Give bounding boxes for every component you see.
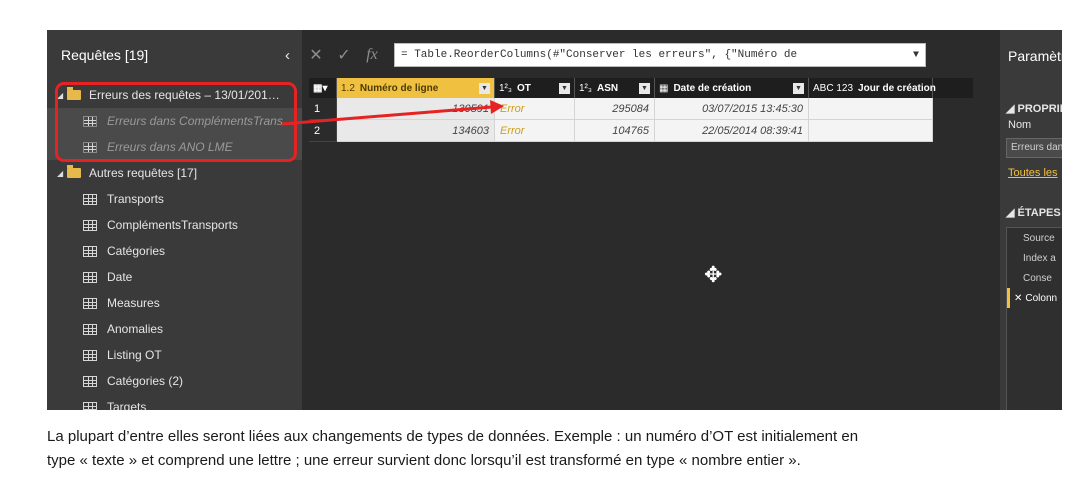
formula-input[interactable]: = Table.ReorderColumns(#"Conserver les e… bbox=[394, 43, 926, 67]
column-name: OT bbox=[516, 82, 531, 94]
cell-jour[interactable] bbox=[809, 120, 933, 142]
caption-line-1: La plupart d’entre elles seront liées au… bbox=[47, 428, 859, 445]
annotation-highlight-box bbox=[55, 82, 297, 162]
query-item[interactable]: Targets bbox=[47, 394, 302, 410]
query-item[interactable]: Measures bbox=[47, 290, 302, 316]
type-icon[interactable]: 1²₃ bbox=[579, 83, 592, 94]
query-item-label: Catégories bbox=[107, 244, 166, 258]
query-item-label: Anomalies bbox=[107, 322, 164, 336]
queries-pane: Requêtes [19] ‹ ◢ Erreurs des requêtes –… bbox=[47, 30, 302, 410]
cell-jour[interactable] bbox=[809, 98, 933, 120]
query-item[interactable]: Catégories (2) bbox=[47, 368, 302, 394]
cell-numero[interactable]: 130591 bbox=[337, 98, 495, 120]
delete-step-icon[interactable]: ✕ bbox=[1014, 293, 1022, 304]
query-item-label: Targets bbox=[107, 400, 147, 410]
query-group-label: Autres requêtes [17] bbox=[89, 166, 198, 180]
confirm-icon[interactable]: ✓ bbox=[330, 45, 358, 65]
queries-title: Requêtes [19] bbox=[61, 47, 149, 63]
name-label: Nom bbox=[1008, 119, 1032, 131]
column-header[interactable]: 1²₃ OT ▼ bbox=[495, 78, 575, 98]
collapse-pane-icon[interactable]: ‹ bbox=[285, 47, 290, 64]
data-grid: ▦▾ 1.2 Numéro de ligne ▼ 1²₃ OT ▼ 1²₃ AS… bbox=[309, 78, 973, 142]
query-item-label: ComplémentsTransports bbox=[107, 218, 238, 232]
name-input[interactable]: Erreurs dans bbox=[1006, 138, 1062, 158]
table-icon bbox=[83, 401, 97, 410]
step-item[interactable]: Index a bbox=[1007, 248, 1062, 268]
chevron-down-icon[interactable]: ▼ bbox=[913, 50, 919, 61]
table-icon bbox=[83, 245, 97, 257]
settings-title: Paramètres bbox=[1008, 48, 1062, 64]
table-row[interactable]: 2 134603 Error 104765 22/05/2014 08:39:4… bbox=[309, 120, 973, 142]
query-item-label: Catégories (2) bbox=[107, 374, 184, 388]
move-cursor-icon: ✥ bbox=[704, 262, 723, 287]
filter-dropdown-icon[interactable]: ▼ bbox=[559, 82, 570, 94]
cell-date[interactable]: 22/05/2014 08:39:41 bbox=[655, 120, 809, 142]
table-icon bbox=[83, 193, 97, 205]
query-item-label: Date bbox=[107, 270, 133, 284]
folder-icon bbox=[67, 165, 81, 178]
column-header[interactable]: ABC 123 Jour de création bbox=[809, 78, 936, 98]
cell-ot-error[interactable]: Error bbox=[495, 120, 575, 142]
queries-header: Requêtes [19] ‹ bbox=[47, 30, 302, 80]
applied-steps-list: Source Index a Conse ✕ Colonn bbox=[1006, 227, 1062, 410]
caption-line-2: type « texte » et comprend une lettre ; … bbox=[47, 452, 801, 469]
column-header[interactable]: 1.2 Numéro de ligne ▼ bbox=[337, 78, 495, 98]
cell-asn[interactable]: 295084 bbox=[575, 98, 655, 120]
cell-date[interactable]: 03/07/2015 13:45:30 bbox=[655, 98, 809, 120]
table-icon bbox=[83, 375, 97, 387]
query-item[interactable]: Catégories bbox=[47, 238, 302, 264]
filter-dropdown-icon[interactable]: ▼ bbox=[793, 82, 804, 94]
column-header[interactable]: 1²₃ ASN ▼ bbox=[575, 78, 655, 98]
table-row[interactable]: 1 130591 Error 295084 03/07/2015 13:45:3… bbox=[309, 98, 973, 120]
table-menu-icon[interactable]: ▦▾ bbox=[309, 78, 337, 98]
fx-icon[interactable]: fx bbox=[358, 46, 386, 64]
step-item[interactable]: Source bbox=[1007, 228, 1062, 248]
grid-header: ▦▾ 1.2 Numéro de ligne ▼ 1²₃ OT ▼ 1²₃ AS… bbox=[309, 78, 973, 98]
properties-section[interactable]: ◢ PROPRIÉT bbox=[1006, 102, 1062, 115]
table-icon bbox=[83, 297, 97, 309]
query-item[interactable]: Anomalies bbox=[47, 316, 302, 342]
query-item[interactable]: ComplémentsTransports bbox=[47, 212, 302, 238]
type-icon[interactable]: ▦ bbox=[659, 83, 668, 94]
screenshot: Requêtes [19] ‹ ◢ Erreurs des requêtes –… bbox=[47, 30, 1062, 410]
cell-asn[interactable]: 104765 bbox=[575, 120, 655, 142]
cell-ot-error[interactable]: Error bbox=[495, 98, 575, 120]
query-item-label: Listing OT bbox=[107, 348, 162, 362]
column-name: Date de création bbox=[673, 82, 752, 94]
column-header[interactable]: ▦ Date de création ▼ bbox=[655, 78, 809, 98]
caption-text: La plupart d’entre elles seront liées au… bbox=[47, 425, 1057, 473]
type-icon[interactable]: 1²₃ bbox=[499, 83, 512, 94]
step-label: Colonn bbox=[1025, 292, 1058, 304]
cell-numero[interactable]: 134603 bbox=[337, 120, 495, 142]
query-item-label: Measures bbox=[107, 296, 160, 310]
step-item-selected[interactable]: ✕ Colonn bbox=[1007, 288, 1062, 308]
formula-bar: ✕ ✓ fx = Table.ReorderColumns(#"Conserve… bbox=[302, 42, 972, 68]
column-name: Numéro de ligne bbox=[359, 82, 439, 94]
filter-dropdown-icon[interactable]: ▼ bbox=[479, 82, 490, 94]
column-name: ASN bbox=[596, 82, 619, 94]
table-icon bbox=[83, 323, 97, 335]
table-icon bbox=[83, 349, 97, 361]
filter-dropdown-icon[interactable]: ▼ bbox=[639, 82, 650, 94]
query-item[interactable]: Date bbox=[47, 264, 302, 290]
type-icon[interactable]: ABC 123 bbox=[813, 83, 853, 94]
query-item[interactable]: Listing OT bbox=[47, 342, 302, 368]
formula-text: = Table.ReorderColumns(#"Conserver les e… bbox=[401, 49, 798, 61]
expand-triangle-icon[interactable]: ◢ bbox=[57, 169, 67, 178]
cancel-icon[interactable]: ✕ bbox=[302, 45, 330, 65]
row-index: 1 bbox=[309, 98, 337, 120]
all-properties-link[interactable]: Toutes les bbox=[1008, 167, 1058, 179]
column-name: Jour de création bbox=[858, 82, 936, 94]
query-group-others[interactable]: ◢ Autres requêtes [17] bbox=[47, 160, 302, 186]
applied-steps-section[interactable]: ◢ ÉTAPES AP bbox=[1006, 206, 1062, 219]
table-icon bbox=[83, 271, 97, 283]
row-index: 2 bbox=[309, 120, 337, 142]
table-icon bbox=[83, 219, 97, 231]
query-item-label: Transports bbox=[107, 192, 164, 206]
settings-pane: Paramètres ◢ PROPRIÉT Nom Erreurs dans T… bbox=[1000, 30, 1062, 410]
type-icon[interactable]: 1.2 bbox=[341, 83, 355, 94]
step-item[interactable]: Conse bbox=[1007, 268, 1062, 288]
query-item[interactable]: Transports bbox=[47, 186, 302, 212]
